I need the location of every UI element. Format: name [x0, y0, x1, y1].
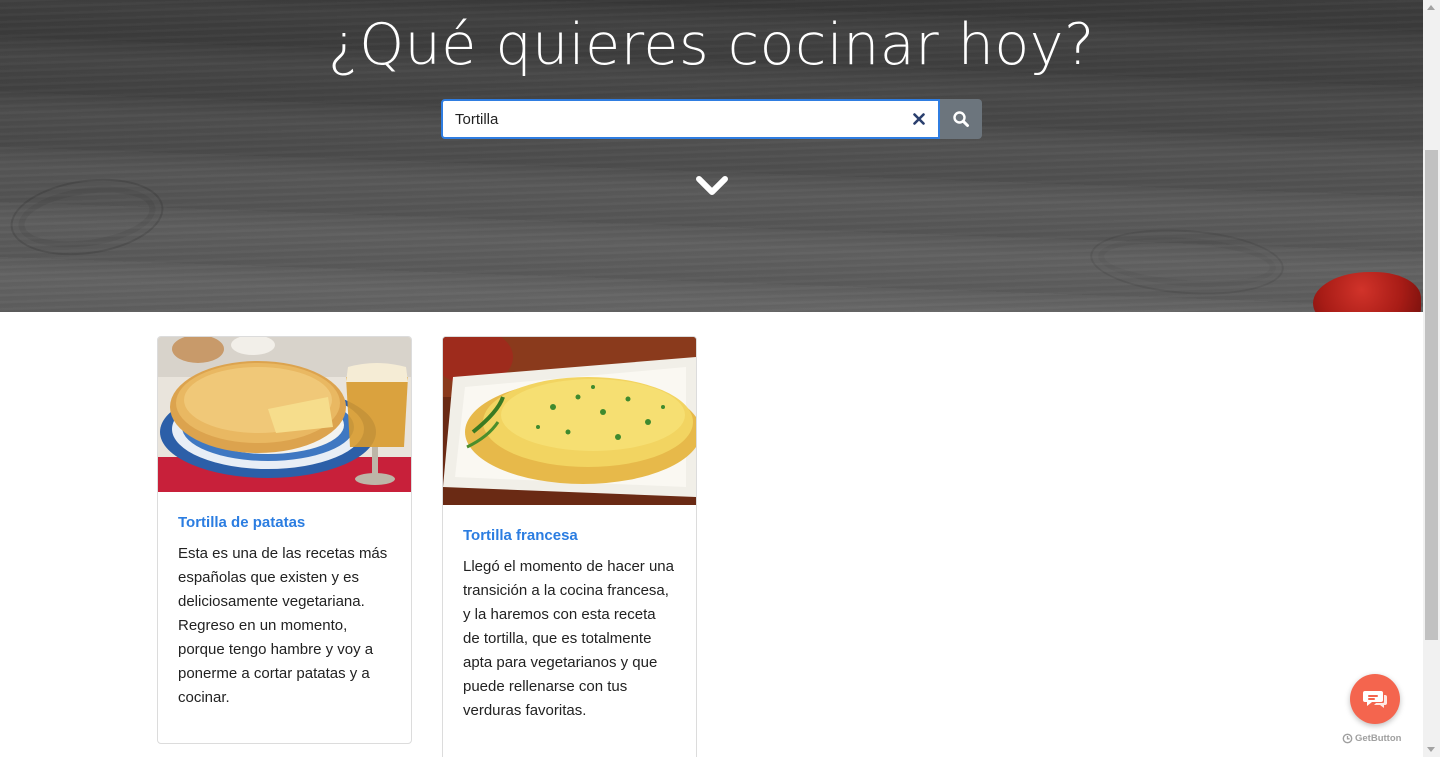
search-input[interactable]: [441, 99, 940, 139]
red-pepper-image: [1313, 272, 1421, 312]
scrollbar-thumb[interactable]: [1425, 150, 1438, 640]
chat-bubbles-icon: [1362, 688, 1388, 710]
recipe-description: Esta es una de las recetas más españolas…: [178, 545, 388, 706]
vertical-scrollbar[interactable]: [1423, 0, 1440, 757]
recipe-title-link[interactable]: Tortilla francesa: [463, 525, 676, 547]
scroll-down-arrow-icon[interactable]: [1427, 747, 1435, 752]
close-icon[interactable]: [909, 109, 929, 129]
recipe-description: Llegó el momento de hacer una transición…: [463, 558, 674, 719]
page-title: ¿Qué quieres cocinar hoy?: [328, 12, 1095, 78]
recipe-title-link[interactable]: Tortilla de patatas: [178, 512, 391, 534]
recipe-image-tortilla-de-patatas[interactable]: [158, 337, 411, 492]
recipe-card: Tortilla francesa Llegó el momento de ha…: [442, 336, 697, 757]
recipe-image-tortilla-francesa[interactable]: [443, 337, 696, 505]
wood-knot-decoration: [1088, 223, 1286, 301]
chat-widget-button[interactable]: [1350, 674, 1400, 724]
scroll-up-arrow-icon[interactable]: [1427, 5, 1435, 10]
getbutton-logo-icon: [1342, 733, 1353, 744]
recipe-card: Tortilla de patatas Esta es una de las r…: [157, 336, 412, 744]
page: ¿Qué quieres cocinar hoy? Tortilla Torti…: [0, 0, 1440, 757]
recipe-card-body: Tortilla francesa Llegó el momento de ha…: [443, 505, 696, 743]
search-icon: [952, 110, 970, 128]
recipe-card-body: Tortilla de patatas Esta es una de las r…: [158, 492, 411, 730]
getbutton-label: GetButton: [1355, 732, 1402, 744]
getbutton-brand[interactable]: GetButton: [1342, 731, 1422, 745]
search-bar: [441, 99, 982, 139]
hero-banner: ¿Qué quieres cocinar hoy?: [0, 0, 1423, 312]
search-button[interactable]: [940, 99, 982, 139]
chevron-down-icon[interactable]: [695, 173, 729, 199]
wood-knot-decoration: [5, 169, 169, 265]
